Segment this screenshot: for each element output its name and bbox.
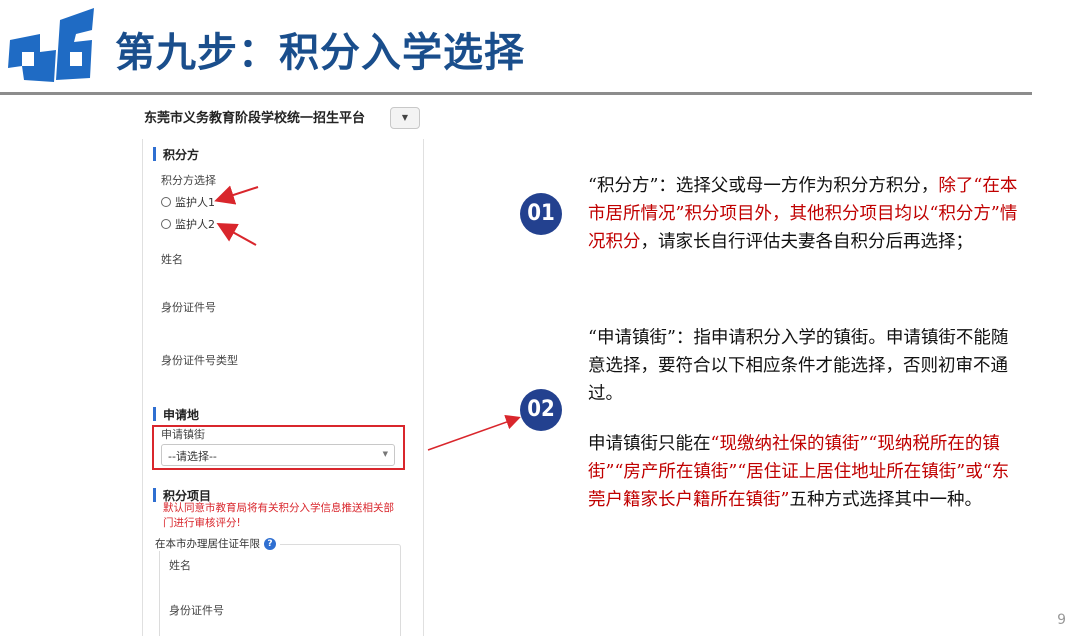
- explanation-apply-street: “申请镇街”：指申请积分入学的镇街。申请镇街不能随意选择，要符合以下相应条件才能…: [588, 328, 1009, 404]
- page-number: 9: [1057, 612, 1066, 628]
- annotation-arrows: [214, 185, 521, 451]
- explanation-street-options: 申请镇街只能在“现缴纳社保的镇街”“现纳税所在的镇街”“房产所在镇街”“居住证上…: [588, 430, 1018, 514]
- p1-lead: “积分方”：选择父或母一方作为积分方积分，: [588, 176, 939, 196]
- p1-tail: ，请家长自行评估夫妻各自积分后再选择；: [640, 232, 974, 252]
- p3-lead: 申请镇街只能在: [588, 434, 711, 454]
- step-badge-02: 02: [520, 389, 562, 431]
- p3-tail: 五种方式选择其中一种。: [789, 490, 982, 510]
- step-badge-01: 01: [520, 193, 562, 235]
- arrow-to-guardian-1: [214, 185, 259, 205]
- explanation-points-party: “积分方”：选择父或母一方作为积分方积分，除了“在本市居所情况”积分项目外，其他…: [588, 172, 1018, 256]
- arrow-to-explanation-2: [427, 414, 521, 451]
- arrow-to-guardian-2: [216, 223, 257, 246]
